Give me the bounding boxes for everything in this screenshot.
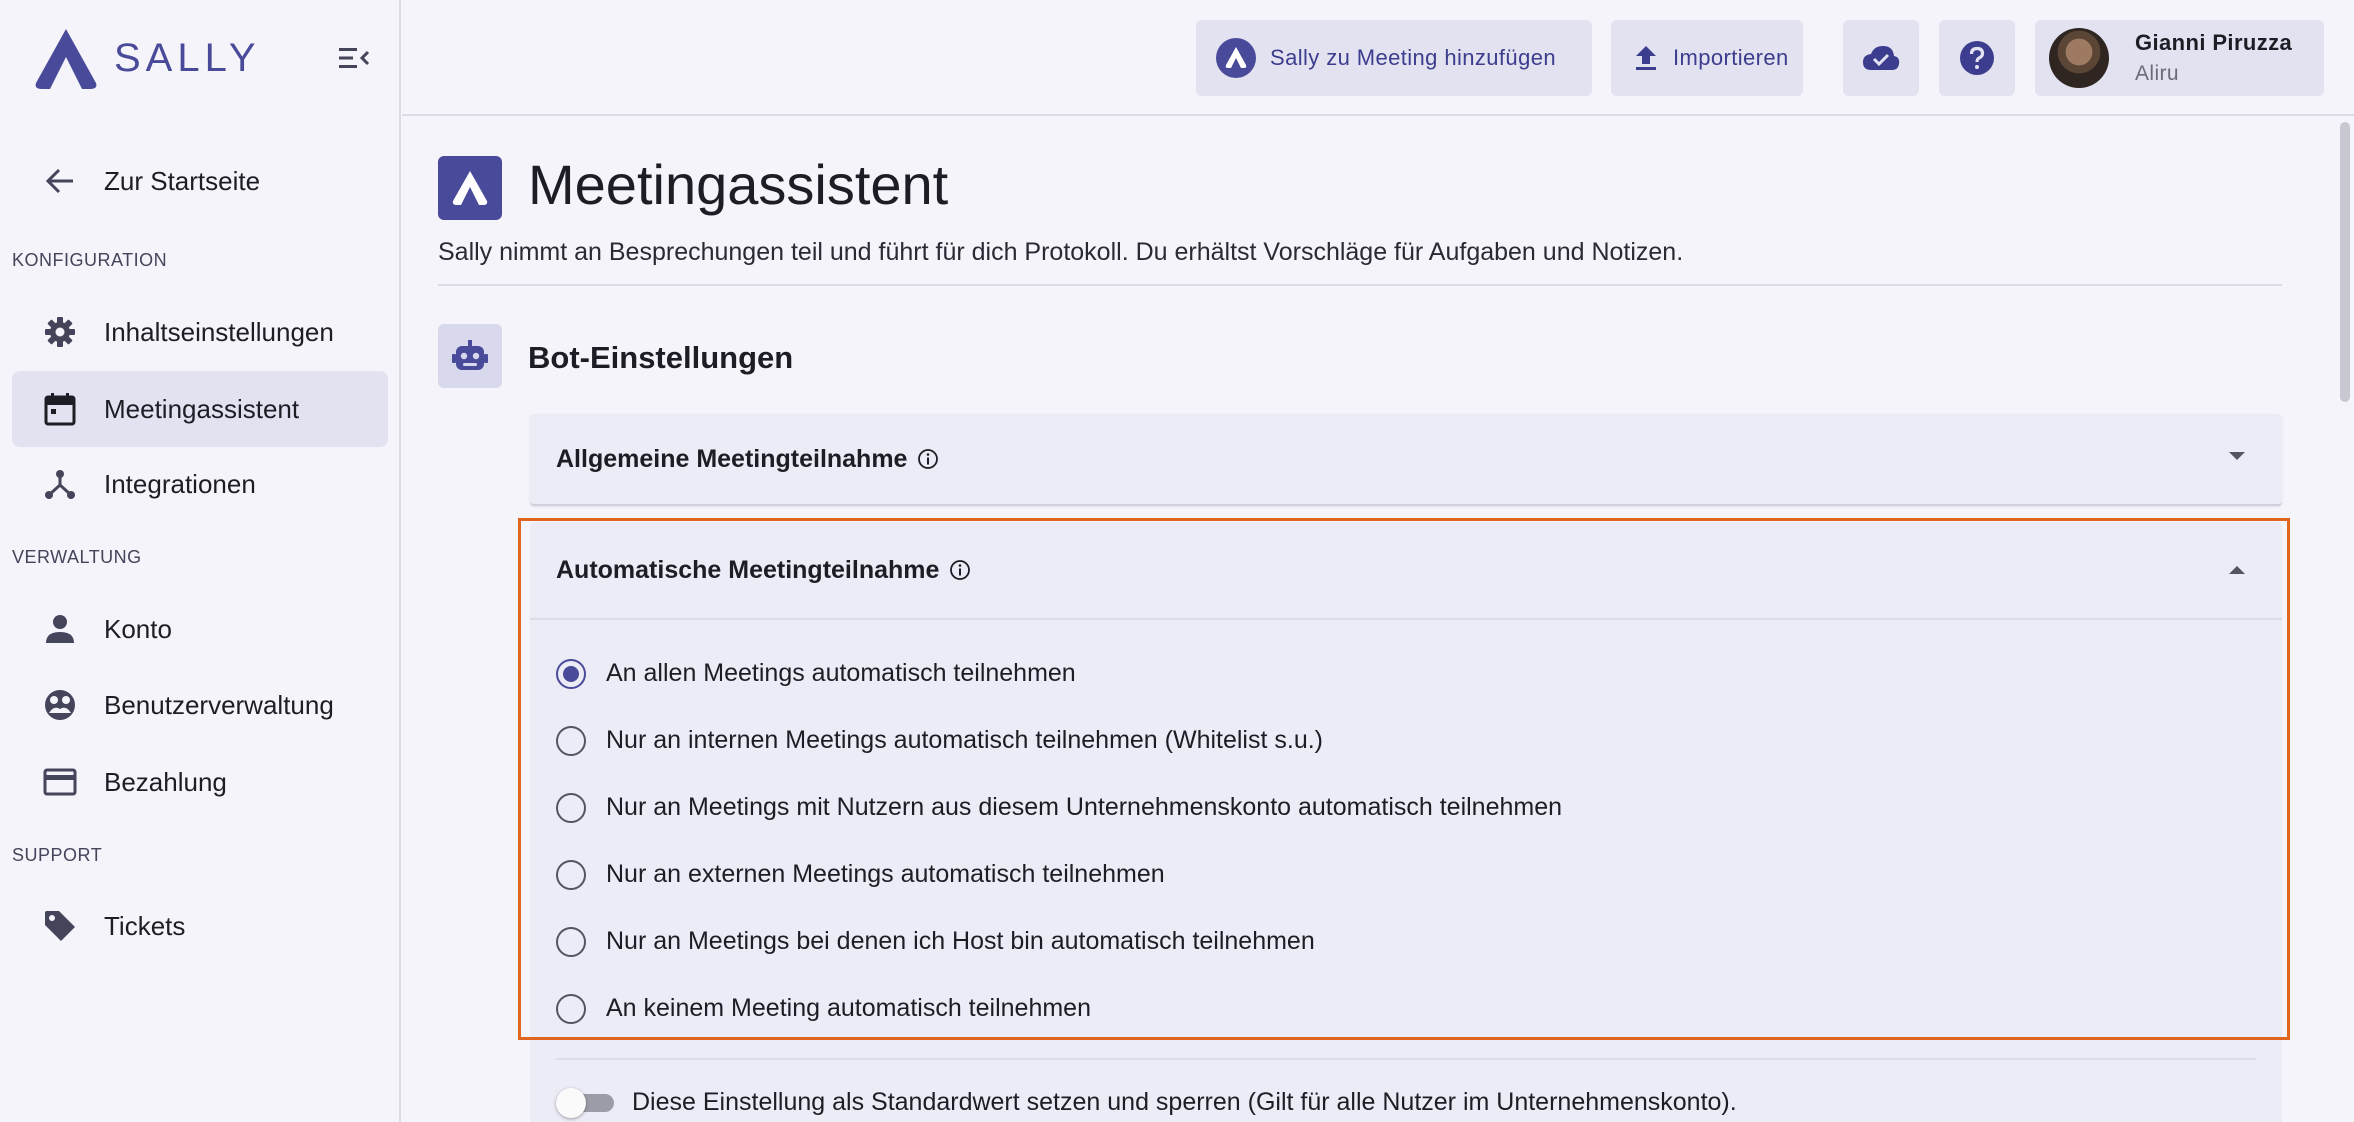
section-label-verwaltung: VERWALTUNG bbox=[12, 547, 142, 567]
radio-button[interactable] bbox=[556, 926, 586, 957]
scrollbar-thumb[interactable] bbox=[2340, 122, 2350, 402]
panel-title: Allgemeine Meetingteilnahme bbox=[556, 444, 908, 473]
back-label: Zur Startseite bbox=[104, 165, 261, 196]
radio-label: Nur an Meetings bei denen ich Host bin a… bbox=[606, 927, 1315, 955]
sidebar-item-label: Meetingassistent bbox=[104, 393, 300, 424]
menu-collapse-icon bbox=[339, 48, 369, 68]
upload-icon bbox=[1636, 46, 1656, 70]
import-button[interactable]: Importieren bbox=[1611, 20, 1803, 96]
add-to-meeting-label: Sally zu Meeting hinzufügen bbox=[1270, 45, 1556, 70]
section-label-konfiguration: KONFIGURATION bbox=[12, 250, 168, 270]
divider bbox=[556, 1058, 2256, 1060]
panel-automatic-participation: Automatische Meetingteilnahme An allen M… bbox=[530, 522, 2282, 1122]
sally-logo-icon bbox=[452, 171, 488, 205]
auto-join-radio-group: An allen Meetings automatisch teilnehmen… bbox=[530, 620, 2282, 1042]
help-button[interactable] bbox=[1939, 20, 2015, 96]
avatar bbox=[2049, 28, 2109, 88]
radio-button[interactable] bbox=[556, 859, 586, 890]
radio-option-external-meetings[interactable]: Nur an externen Meetings automatisch tei… bbox=[530, 841, 2282, 908]
sidebar-item-meetingassistent[interactable]: Meetingassistent bbox=[12, 371, 388, 447]
info-icon[interactable] bbox=[949, 559, 971, 581]
radio-button[interactable] bbox=[556, 792, 586, 823]
sidebar-item-label: Inhaltseinstellungen bbox=[104, 316, 334, 347]
sally-logo[interactable]: SALLY bbox=[30, 24, 261, 92]
person-icon bbox=[46, 615, 74, 643]
calendar-icon bbox=[44, 393, 76, 426]
panel-title: Automatische Meetingteilnahme bbox=[556, 555, 940, 584]
radio-label: Nur an Meetings mit Nutzern aus diesem U… bbox=[606, 793, 1563, 821]
section-label-support: SUPPORT bbox=[12, 845, 103, 865]
radio-label: Nur an externen Meetings automatisch tei… bbox=[606, 860, 1165, 888]
sidebar-item-label: Tickets bbox=[104, 910, 186, 941]
sidebar-item-konto[interactable]: Konto bbox=[12, 591, 388, 667]
user-name: Gianni Piruzza bbox=[2135, 30, 2293, 55]
arrow-left-icon bbox=[45, 168, 73, 194]
radio-label: An allen Meetings automatisch teilnehmen bbox=[606, 659, 1076, 687]
credit-card-icon bbox=[43, 768, 77, 796]
import-label: Importieren bbox=[1673, 45, 1789, 70]
sidebar: SALLY Zur Startseite KONFIGURATION Inhal… bbox=[0, 0, 401, 1122]
section-title: Bot-Einstellungen bbox=[528, 340, 794, 375]
chevron-down-icon bbox=[2229, 452, 2245, 460]
radio-option-host-meetings[interactable]: Nur an Meetings bei denen ich Host bin a… bbox=[530, 908, 2282, 975]
tag-icon bbox=[45, 911, 75, 941]
radio-label: Nur an internen Meetings automatisch tei… bbox=[606, 726, 1323, 754]
radio-button[interactable] bbox=[556, 993, 586, 1024]
help-icon bbox=[1960, 41, 1994, 75]
radio-option-company-users[interactable]: Nur an Meetings mit Nutzern aus diesem U… bbox=[530, 774, 2282, 841]
divider bbox=[438, 284, 2282, 286]
cloud-done-icon bbox=[1863, 46, 1900, 70]
panel-general-participation: Allgemeine Meetingteilnahme bbox=[530, 414, 2282, 506]
brand-name: SALLY bbox=[114, 35, 261, 80]
radio-label: An keinem Meeting automatisch teilnehmen bbox=[606, 994, 1091, 1022]
radio-button[interactable] bbox=[556, 725, 586, 756]
radio-button[interactable] bbox=[556, 658, 586, 689]
back-to-home-link[interactable]: Zur Startseite bbox=[12, 143, 388, 219]
radio-option-all-meetings[interactable]: An allen Meetings automatisch teilnehmen bbox=[530, 640, 2282, 707]
sidebar-item-label: Integrationen bbox=[104, 468, 256, 499]
lock-default-toggle[interactable] bbox=[556, 1088, 614, 1118]
lock-default-label: Diese Einstellung als Standardwert setze… bbox=[632, 1087, 1737, 1116]
sally-logo-icon bbox=[35, 29, 97, 89]
sidebar-item-inhaltseinstellungen[interactable]: Inhaltseinstellungen bbox=[12, 294, 388, 370]
radio-option-no-meetings[interactable]: An keinem Meeting automatisch teilnehmen bbox=[530, 975, 2282, 1042]
page-description: Sally nimmt an Besprechungen teil und fü… bbox=[438, 238, 1684, 266]
topbar: Sally zu Meeting hinzufügen Importieren … bbox=[402, 0, 2354, 116]
page-title: Meetingassistent bbox=[528, 153, 949, 216]
user-org: Aliru bbox=[2135, 62, 2180, 85]
add-sally-to-meeting-button[interactable]: Sally zu Meeting hinzufügen bbox=[1196, 20, 1592, 96]
lock-default-setting-row: Diese Einstellung als Standardwert setze… bbox=[556, 1072, 1737, 1122]
gear-icon bbox=[45, 317, 75, 347]
robot-icon bbox=[452, 340, 488, 370]
sidebar-item-label: Bezahlung bbox=[104, 766, 227, 797]
panel-automatic-participation-header[interactable]: Automatische Meetingteilnahme bbox=[530, 522, 2282, 620]
chevron-up-icon bbox=[2229, 566, 2245, 574]
panel-general-participation-header[interactable]: Allgemeine Meetingteilnahme bbox=[530, 414, 2282, 504]
sidebar-item-benutzerverwaltung[interactable]: Benutzerverwaltung bbox=[12, 667, 388, 743]
sidebar-item-label: Benutzerverwaltung bbox=[104, 689, 334, 720]
users-icon bbox=[45, 690, 75, 720]
radio-option-internal-meetings[interactable]: Nur an internen Meetings automatisch tei… bbox=[530, 707, 2282, 774]
user-menu-button[interactable]: Gianni Piruzza Aliru bbox=[2035, 20, 2324, 96]
cloud-sync-button[interactable] bbox=[1843, 20, 1919, 96]
sidebar-item-label: Konto bbox=[104, 613, 172, 644]
info-icon[interactable] bbox=[917, 448, 939, 470]
integrations-icon bbox=[45, 470, 75, 499]
page-icon bbox=[438, 156, 502, 220]
sidebar-item-bezahlung[interactable]: Bezahlung bbox=[12, 744, 388, 820]
main-content: Meetingassistent Sally nimmt an Besprech… bbox=[402, 118, 2336, 1122]
collapse-sidebar-button[interactable] bbox=[334, 40, 374, 76]
section-icon bbox=[438, 324, 502, 388]
sidebar-item-integrationen[interactable]: Integrationen bbox=[12, 446, 388, 522]
sidebar-item-tickets[interactable]: Tickets bbox=[12, 888, 388, 964]
sally-logo-icon bbox=[1216, 38, 1256, 78]
